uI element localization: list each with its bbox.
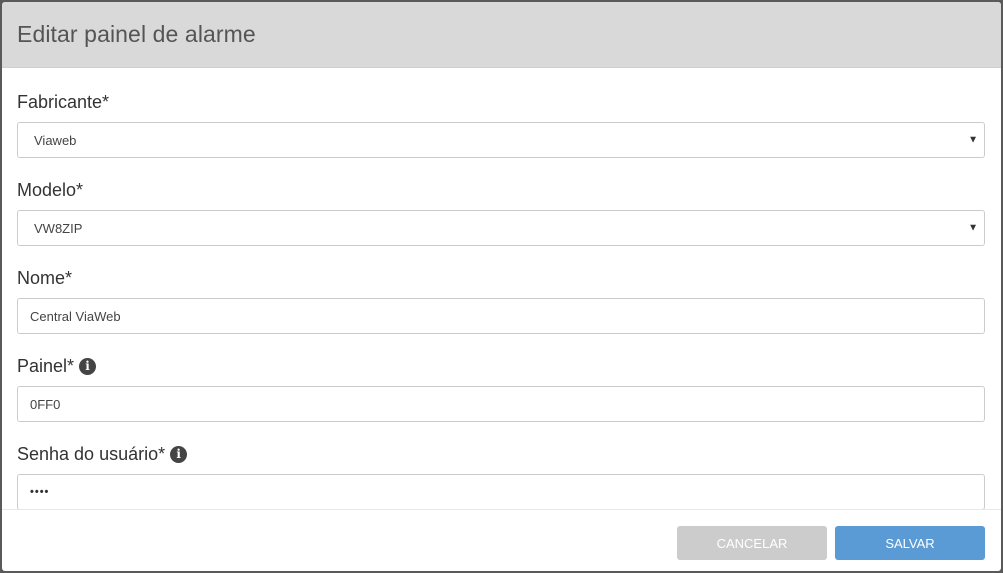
- nome-input[interactable]: Central ViaWeb: [17, 298, 985, 334]
- modelo-selected-value: VW8ZIP: [34, 220, 83, 236]
- caret-down-icon: ▼: [968, 222, 978, 234]
- senha-input[interactable]: ••••: [17, 474, 985, 510]
- senha-masked-value: ••••: [30, 486, 50, 498]
- edit-alarm-panel-modal: Editar painel de alarme Fabricante* Viaw…: [2, 2, 1001, 571]
- fabricante-label: Fabricante*: [17, 91, 110, 112]
- modelo-group: Modelo* VW8ZIP ▼: [17, 178, 985, 246]
- senha-label: Senha do usuário*: [17, 443, 166, 464]
- painel-label: Painel*: [17, 355, 75, 376]
- cancel-button[interactable]: CANCELAR: [677, 526, 827, 560]
- info-circle-icon[interactable]: i: [79, 357, 97, 375]
- modelo-select[interactable]: VW8ZIP ▼: [17, 210, 985, 246]
- fabricante-group: Fabricante* Viaweb ▼: [17, 90, 985, 158]
- painel-label-row: Painel* i: [17, 354, 985, 378]
- caret-down-icon: ▼: [968, 134, 978, 146]
- painel-group: Painel* i 0FF0: [17, 354, 985, 422]
- modal-body: Fabricante* Viaweb ▼ Modelo* VW8ZIP ▼ No…: [2, 68, 1001, 510]
- info-circle-icon[interactable]: i: [170, 445, 188, 463]
- senha-group: Senha do usuário* i ••••: [17, 442, 985, 510]
- modal-title: Editar painel de alarme: [17, 21, 256, 47]
- modelo-label: Modelo*: [17, 179, 84, 200]
- nome-group: Nome* Central ViaWeb: [17, 266, 985, 334]
- modal-header: Editar painel de alarme: [2, 2, 1001, 68]
- save-button[interactable]: SALVAR: [835, 526, 985, 560]
- nome-label: Nome*: [17, 267, 73, 288]
- modal-footer: CANCELAR SALVAR: [2, 509, 1001, 571]
- senha-label-row: Senha do usuário* i: [17, 442, 985, 466]
- painel-value: 0FF0: [30, 396, 61, 412]
- nome-value: Central ViaWeb: [30, 308, 121, 324]
- painel-input[interactable]: 0FF0: [17, 386, 985, 422]
- fabricante-selected-value: Viaweb: [34, 132, 77, 148]
- fabricante-select[interactable]: Viaweb ▼: [17, 122, 985, 158]
